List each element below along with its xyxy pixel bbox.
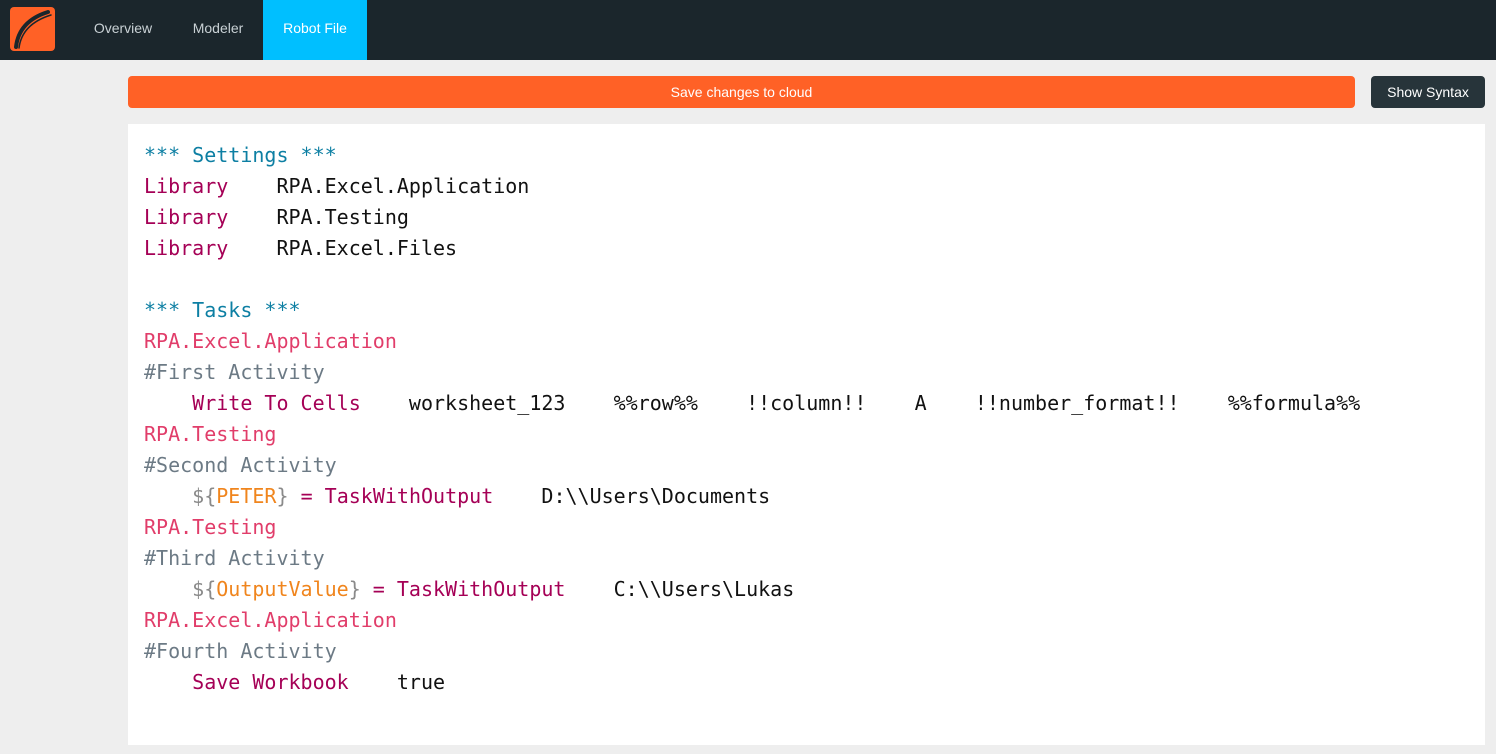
code-token-var-delim: ${ <box>192 577 217 601</box>
code-token-task: RPA.Testing <box>144 422 277 446</box>
tab-robot-file[interactable]: Robot File <box>263 0 367 60</box>
code-line: #First Activity <box>144 357 1360 388</box>
code-token-comment: #First Activity <box>144 360 325 384</box>
code-line: RPA.Testing <box>144 419 1360 450</box>
code-token-keyword: Library <box>144 205 229 229</box>
code-line: Library RPA.Excel.Files <box>144 233 1360 264</box>
code-line: #Second Activity <box>144 450 1360 481</box>
code-token-comment: #Fourth Activity <box>144 639 337 663</box>
code-token-plain: RPA.Excel.Files <box>228 236 458 260</box>
code-line: #Fourth Activity <box>144 636 1360 667</box>
code-token-plain: true <box>348 670 446 694</box>
code-content[interactable]: *** Settings *** Library RPA.Excel.Applic… <box>144 140 1360 698</box>
code-line: Library RPA.Excel.Application <box>144 171 1360 202</box>
code-token-plain: RPA.Excel.Application <box>228 174 530 198</box>
code-token-section: *** Tasks *** <box>144 298 301 322</box>
code-token-var-delim: } <box>348 577 361 601</box>
code-line: *** Settings *** <box>144 140 1360 171</box>
code-line: Save Workbook true <box>144 667 1360 698</box>
tab-modeler[interactable]: Modeler <box>178 0 258 60</box>
code-token-section: *** Settings *** <box>144 143 337 167</box>
code-token-plain: worksheet_123 %%row%% !!column!! A !!num… <box>360 391 1361 415</box>
code-line: ${PETER} = TaskWithOutput D:\\Users\Docu… <box>144 481 1360 512</box>
code-token-keyword: Library <box>144 236 229 260</box>
code-line: Library RPA.Testing <box>144 202 1360 233</box>
code-line: ${OutputValue} = TaskWithOutput C:\\User… <box>144 574 1360 605</box>
code-token-var-delim: ${ <box>192 484 217 508</box>
code-token-plain: C:\\Users\Lukas <box>565 577 795 601</box>
code-token-keyword: = TaskWithOutput <box>360 577 566 601</box>
code-token-var-name: PETER <box>216 484 277 508</box>
code-token-plain: RPA.Testing <box>228 205 409 229</box>
save-changes-button[interactable]: Save changes to cloud <box>128 76 1355 108</box>
robot-framework-logo-icon[interactable] <box>10 7 55 51</box>
code-line: *** Tasks *** <box>144 295 1360 326</box>
code-line: Write To Cells worksheet_123 %%row%% !!c… <box>144 388 1360 419</box>
code-line: RPA.Excel.Application <box>144 326 1360 357</box>
code-line: #Third Activity <box>144 543 1360 574</box>
code-line: RPA.Testing <box>144 512 1360 543</box>
code-token-keyword: Save Workbook <box>192 670 349 694</box>
code-token-keyword: Library <box>144 174 229 198</box>
top-navigation-bar: Overview Modeler Robot File <box>0 0 1496 60</box>
code-token-task: RPA.Testing <box>144 515 277 539</box>
show-syntax-button[interactable]: Show Syntax <box>1371 76 1485 108</box>
code-token-var-delim: } <box>276 484 289 508</box>
robot-file-editor[interactable]: *** Settings *** Library RPA.Excel.Applic… <box>128 124 1485 745</box>
code-token-task: RPA.Excel.Application <box>144 329 397 353</box>
code-token-var-name: OutputValue <box>216 577 349 601</box>
code-token-plain: D:\\Users\Documents <box>493 484 771 508</box>
code-token-keyword: Write To Cells <box>192 391 361 415</box>
code-token-comment: #Second Activity <box>144 453 337 477</box>
code-token-task: RPA.Excel.Application <box>144 608 397 632</box>
code-line: RPA.Excel.Application <box>144 605 1360 636</box>
code-token-keyword: = TaskWithOutput <box>288 484 494 508</box>
tab-overview[interactable]: Overview <box>80 0 166 60</box>
code-token-comment: #Third Activity <box>144 546 325 570</box>
